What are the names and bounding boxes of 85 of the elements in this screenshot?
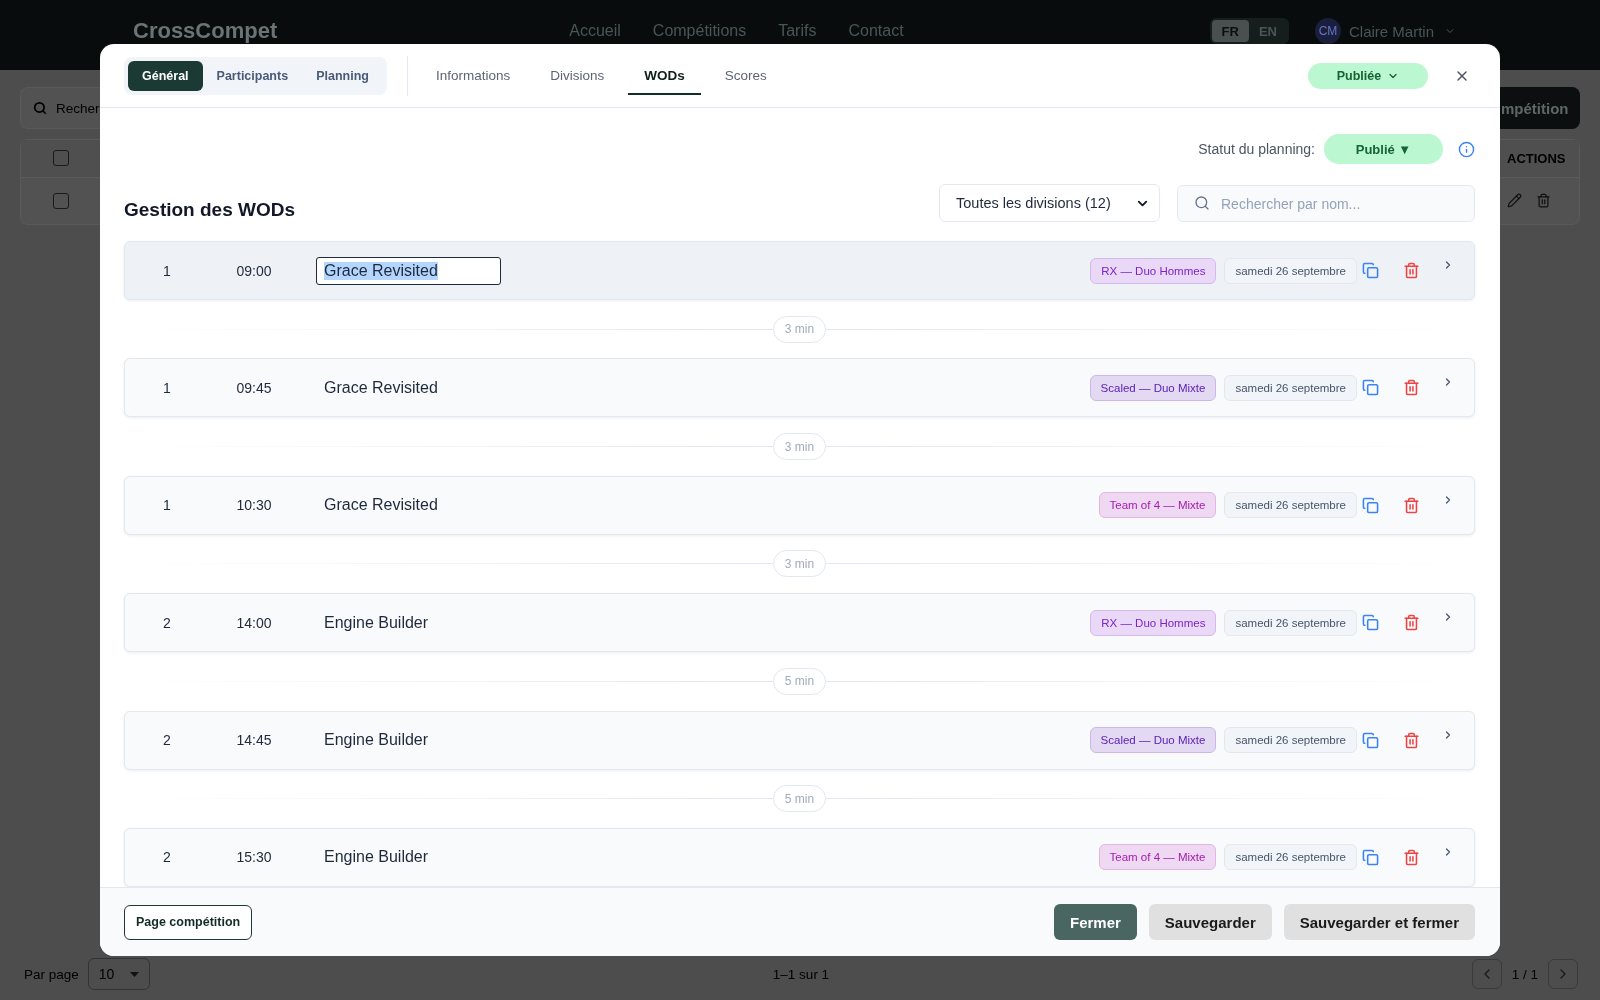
search-icon: [1194, 195, 1210, 211]
wod-row[interactable]: 2 15:30 Engine Builder Team of 4 — Mixte samedi 26 septembre: [124, 827, 1475, 887]
wod-name[interactable]: Grace Revisited: [316, 496, 438, 515]
copy-icon[interactable]: [1362, 379, 1379, 397]
round-number: 1: [162, 379, 172, 396]
brand-logo[interactable]: CrossCompet: [133, 20, 278, 42]
section-tab[interactable]: Planning: [302, 60, 383, 91]
wod-time: 14:00: [235, 614, 273, 631]
division-tag: Scaled — Duo Mixte: [1089, 374, 1217, 401]
copy-icon[interactable]: [1362, 731, 1379, 749]
save-button[interactable]: Sauvegarder et fermer: [1283, 904, 1475, 940]
division-tag: Team of 4 — Mixte: [1098, 844, 1217, 871]
break-duration: 3 min: [772, 315, 827, 343]
break-duration: 3 min: [772, 550, 827, 578]
tab[interactable]: Divisions: [534, 57, 621, 95]
user-avatar[interactable]: CM: [1314, 18, 1341, 44]
checkbox[interactable]: [53, 150, 69, 167]
section-tab[interactable]: Général: [128, 60, 203, 91]
section-title: Gestion des WODs: [124, 199, 297, 222]
tab[interactable]: Scores: [708, 57, 783, 95]
per-page-label: Par page: [24, 966, 79, 982]
wod-time: 09:00: [235, 262, 273, 279]
round-number: 2: [162, 732, 172, 749]
save-button[interactable]: Sauvegarder: [1148, 904, 1272, 940]
pencil-icon[interactable]: [1507, 193, 1522, 209]
copy-icon[interactable]: [1362, 496, 1379, 514]
range-label: 1–1 sur 1: [772, 966, 830, 982]
wod-time: 15:30: [235, 849, 273, 866]
tab[interactable]: WODs: [628, 57, 701, 95]
close-button[interactable]: Fermer: [1054, 904, 1137, 940]
status-dropdown[interactable]: Publiée: [1308, 62, 1428, 89]
wod-time: 10:30: [235, 497, 273, 514]
trash-icon[interactable]: [1403, 262, 1420, 279]
wod-row[interactable]: 1 10:30 Grace Revisited Team of 4 — Mixte samedi 26 septembre: [124, 475, 1475, 535]
date-chip: samedi 26 septembre: [1224, 257, 1357, 284]
section-tab[interactable]: Participants: [202, 60, 303, 91]
name-input[interactable]: Grace Revisited: [316, 256, 501, 285]
date-chip: samedi 26 septembre: [1224, 844, 1357, 871]
break-duration: 5 min: [772, 785, 827, 813]
wod-time: 09:45: [235, 379, 273, 396]
date-chip: samedi 26 septembre: [1224, 727, 1357, 754]
wod-row[interactable]: 2 14:00 Engine Builder RX — Duo Hommes samedi 26 septembre: [124, 593, 1475, 653]
date-chip: samedi 26 septembre: [1224, 374, 1357, 401]
break-duration: 5 min: [772, 667, 827, 695]
trash-icon[interactable]: [1403, 379, 1420, 397]
copy-icon[interactable]: [1362, 262, 1379, 279]
round-number: 1: [162, 497, 172, 514]
wod-row[interactable]: 2 14:45 Engine Builder Scaled — Duo Mixte samedi 26 septembre: [124, 710, 1475, 770]
division-select[interactable]: Toutes les divisions (12): [939, 184, 1160, 222]
page-indicator: 1 / 1: [1511, 966, 1538, 982]
round-number: 2: [162, 849, 172, 866]
action-button[interactable]: mpétition: [1500, 87, 1580, 129]
search-field[interactable]: Recher: [20, 87, 100, 129]
date-chip: samedi 26 septembre: [1224, 492, 1357, 519]
trash-icon[interactable]: [1536, 193, 1551, 209]
checkbox[interactable]: [53, 192, 69, 209]
trash-icon[interactable]: [1403, 614, 1420, 632]
round-number: 2: [162, 614, 172, 631]
planning-status-label: Statut du planning:: [1198, 141, 1315, 157]
wod-time: 14:45: [235, 732, 273, 749]
copy-icon[interactable]: [1362, 614, 1379, 632]
wod-name[interactable]: Engine Builder: [316, 848, 429, 867]
date-chip: samedi 26 septembre: [1224, 609, 1357, 636]
round-number: 1: [162, 262, 172, 279]
division-tag: RX — Duo Hommes: [1090, 609, 1217, 636]
column-header: ACTIONS: [1507, 150, 1566, 166]
wod-row[interactable]: 1 09:00 Grace Revisited RX — Duo Hommes samedi 26 septembre: [124, 241, 1475, 300]
division-tag: Scaled — Duo Mixte: [1089, 727, 1217, 754]
info-icon[interactable]: [1458, 140, 1475, 158]
caret-icon: [129, 971, 139, 977]
wod-name[interactable]: Engine Builder: [316, 731, 429, 750]
wod-name[interactable]: Grace Revisited: [316, 378, 438, 397]
wod-name[interactable]: Engine Builder: [316, 613, 429, 632]
planning-status-dropdown[interactable]: Publié ▼: [1324, 134, 1443, 164]
trash-icon[interactable]: [1403, 496, 1420, 514]
tab[interactable]: Informations: [419, 57, 527, 95]
break-duration: 3 min: [772, 433, 827, 461]
copy-icon[interactable]: [1362, 848, 1379, 866]
trash-icon[interactable]: [1403, 848, 1420, 866]
page-button[interactable]: Page compétition: [124, 904, 253, 940]
division-tag: Team of 4 — Mixte: [1098, 492, 1217, 519]
trash-icon[interactable]: [1403, 731, 1420, 749]
search-icon: [33, 101, 47, 115]
division-tag: RX — Duo Hommes: [1090, 257, 1217, 284]
wod-row[interactable]: 1 09:45 Grace Revisited Scaled — Duo Mixte samedi 26 septembre: [124, 358, 1475, 418]
